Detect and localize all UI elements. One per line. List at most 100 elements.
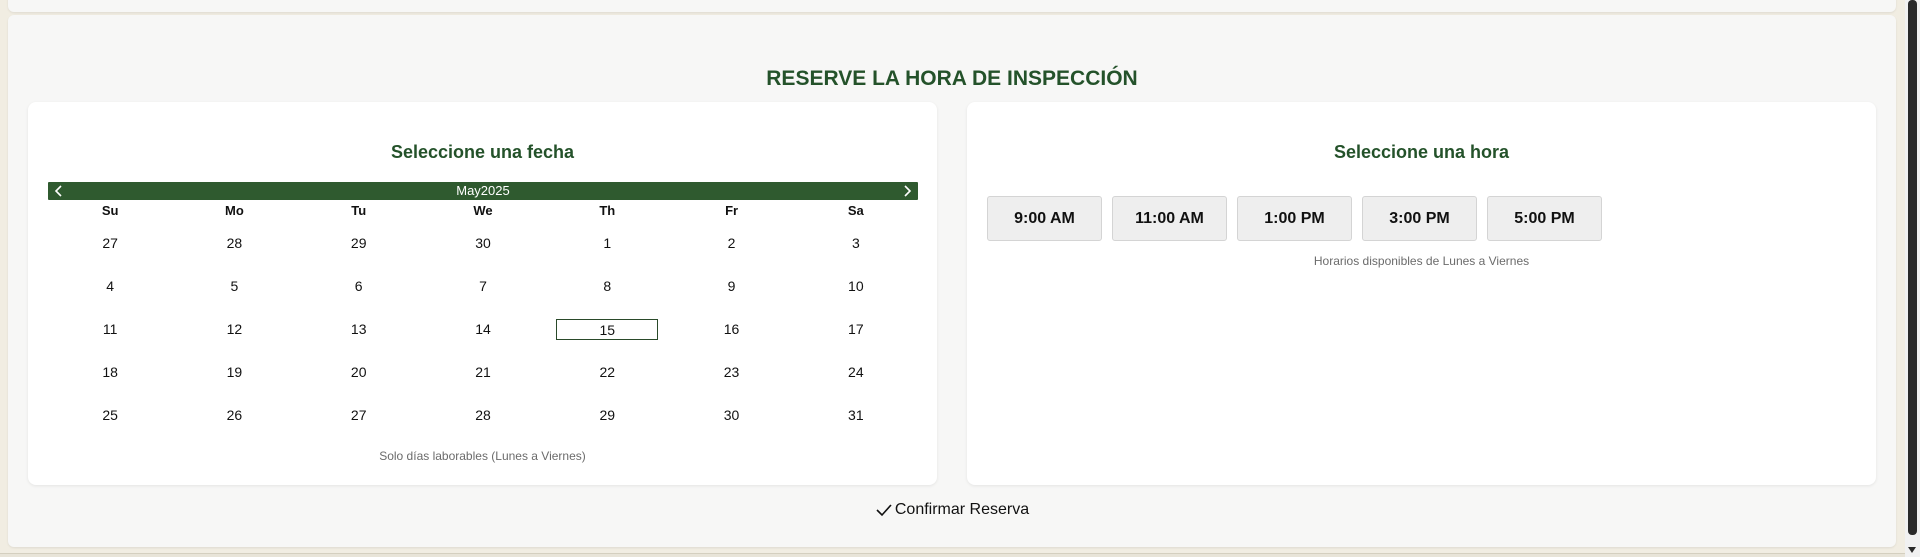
- date-note: Solo días laborables (Lunes a Viernes): [379, 449, 586, 463]
- calendar-day[interactable]: 29: [545, 394, 669, 437]
- calendar-day[interactable]: 5: [172, 265, 296, 308]
- date-panel-heading: Seleccione una fecha: [390, 142, 575, 162]
- calendar-day[interactable]: 2: [669, 222, 793, 265]
- time-slot-button[interactable]: 11:00 AM: [1112, 196, 1227, 241]
- weekday-label: We: [473, 203, 493, 218]
- calendar-day-number: 1: [603, 235, 612, 251]
- calendar-day-number: 26: [226, 407, 243, 423]
- calendar-day-number: 31: [848, 407, 864, 423]
- time-slot-button[interactable]: 3:00 PM: [1362, 196, 1477, 241]
- chevron-right-icon: [904, 185, 912, 197]
- calendar-day-number: 18: [102, 364, 118, 380]
- time-slot-button[interactable]: 1:00 PM: [1237, 196, 1352, 241]
- calendar-day[interactable]: 19: [172, 351, 296, 394]
- calendar-day[interactable]: 7: [421, 265, 545, 308]
- calendar-day-number: 4: [106, 278, 115, 294]
- calendar-day[interactable]: 31: [794, 394, 918, 437]
- calendar-day[interactable]: 16: [669, 308, 793, 351]
- calendar-weekdays: Su Mo Tu We Th Fr Sa: [48, 201, 918, 221]
- calendar-day[interactable]: 10: [794, 265, 918, 308]
- vertical-scrollbar[interactable]: [1905, 0, 1920, 557]
- weekday-label: Th: [599, 203, 616, 218]
- section-title: RESERVE LA HORA DE INSPECCIÓN: [766, 67, 1138, 90]
- calendar-day[interactable]: 12: [172, 308, 296, 351]
- weekday-label: Fr: [725, 203, 739, 218]
- time-slot-button[interactable]: 9:00 AM: [987, 196, 1102, 241]
- calendar-day-today[interactable]: 15: [545, 308, 669, 351]
- weekday-label: Su: [101, 203, 119, 218]
- calendar-day[interactable]: 17: [794, 308, 918, 351]
- calendar-day-number: 23: [723, 364, 740, 380]
- page-bottom-edge: [0, 553, 1905, 557]
- confirm-label: Confirmar Reserva: [894, 501, 1030, 518]
- calendar-day[interactable]: 28: [421, 394, 545, 437]
- calendar-day-number: 2: [727, 235, 736, 251]
- calendar-day[interactable]: 21: [421, 351, 545, 394]
- calendar-day[interactable]: 8: [545, 265, 669, 308]
- calendar-day[interactable]: 3: [794, 222, 918, 265]
- calendar-day[interactable]: 11: [48, 308, 172, 351]
- next-month-button[interactable]: [898, 182, 916, 200]
- calendar-day[interactable]: 25: [48, 394, 172, 437]
- calendar-day-number: 16: [723, 321, 740, 337]
- calendar-day-number: 14: [475, 321, 491, 337]
- calendar-day-number: 20: [350, 364, 367, 380]
- calendar-day-number: 17: [848, 321, 864, 337]
- calendar-day[interactable]: 27: [297, 394, 421, 437]
- calendar-day-number: 12: [226, 321, 243, 337]
- calendar-day-number: 3: [851, 235, 860, 251]
- calendar-day[interactable]: 6: [297, 265, 421, 308]
- calendar-day[interactable]: 27: [48, 222, 172, 265]
- calendar-day-number: 30: [475, 235, 491, 251]
- calendar-day-number: 28: [475, 407, 491, 423]
- calendar-day[interactable]: 1: [545, 222, 669, 265]
- calendar-day[interactable]: 26: [172, 394, 296, 437]
- scrollbar-thumb[interactable]: [1908, 0, 1917, 535]
- confirm-reservation-button[interactable]: Confirmar Reserva: [0, 501, 1904, 519]
- time-slot-button[interactable]: 5:00 PM: [1487, 196, 1602, 241]
- calendar-day-number: 27: [350, 407, 367, 423]
- calendar-days-grid: 27 28 29 30 1 2 3 4 5 6 7 8 9 10 11 12 13 14 15 16 17 18 19 20 2…: [48, 222, 918, 437]
- calendar-day[interactable]: 30: [669, 394, 793, 437]
- scroll-down-arrow-icon[interactable]: [1908, 547, 1916, 553]
- prev-month-button[interactable]: [50, 182, 68, 200]
- calendar-day-number: 15: [556, 319, 659, 340]
- calendar-day[interactable]: 22: [545, 351, 669, 394]
- time-panel: Seleccione una hora 9:00 AM 11:00 AM 1:00 …: [967, 102, 1876, 485]
- calendar-day-number: 25: [102, 407, 118, 423]
- calendar-day[interactable]: 23: [669, 351, 793, 394]
- calendar-day[interactable]: 4: [48, 265, 172, 308]
- page: RESERVE LA HORA DE INSPECCIÓN Seleccione…: [0, 0, 1920, 557]
- calendar-day-number: 9: [727, 278, 736, 294]
- weekday-label: Sa: [847, 203, 864, 218]
- weekday-label: Tu: [351, 203, 367, 218]
- check-icon: [876, 504, 892, 517]
- calendar-day[interactable]: 9: [669, 265, 793, 308]
- calendar-day[interactable]: 29: [297, 222, 421, 265]
- calendar-day-number: 24: [848, 364, 864, 380]
- time-panel-heading: Seleccione una hora: [1333, 142, 1510, 162]
- calendar-header: May2025: [48, 182, 918, 200]
- weekday-label: Mo: [225, 203, 244, 218]
- previous-section-card: [8, 0, 1896, 12]
- calendar-day-number: 22: [599, 364, 616, 380]
- calendar-day[interactable]: 18: [48, 351, 172, 394]
- calendar-day[interactable]: 30: [421, 222, 545, 265]
- calendar-day-number: 11: [102, 321, 118, 337]
- calendar-day[interactable]: 24: [794, 351, 918, 394]
- calendar-day[interactable]: 14: [421, 308, 545, 351]
- calendar-day[interactable]: 20: [297, 351, 421, 394]
- calendar-day-number: 19: [226, 364, 243, 380]
- calendar-day[interactable]: 28: [172, 222, 296, 265]
- calendar-day-number: 29: [599, 407, 616, 423]
- calendar-day-number: 13: [350, 321, 367, 337]
- calendar-day-number: 10: [848, 278, 864, 294]
- calendar-day-number: 29: [350, 235, 367, 251]
- calendar-day-number: 21: [475, 364, 491, 380]
- chevron-left-icon: [54, 185, 62, 197]
- calendar-day[interactable]: 13: [297, 308, 421, 351]
- calendar-day-number: 6: [354, 278, 363, 294]
- calendar-day-number: 28: [226, 235, 243, 251]
- calendar-day-number: 5: [230, 278, 239, 294]
- time-note: Horarios disponibles de Lunes a Viernes: [1313, 254, 1530, 268]
